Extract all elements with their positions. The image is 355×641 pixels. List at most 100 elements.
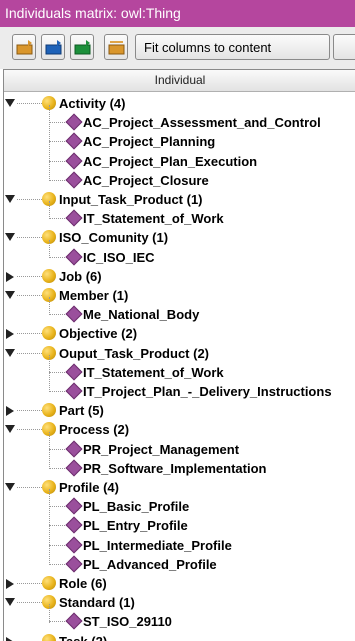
tree-connector	[49, 467, 67, 469]
toolbar-overflow-button[interactable]	[333, 34, 355, 60]
tree-connector	[17, 410, 42, 412]
owl-individual-icon	[65, 497, 83, 515]
individual-item[interactable]: ST_ISO_29110	[4, 612, 355, 631]
tree-connector	[49, 371, 67, 373]
tree-connector	[49, 105, 50, 181]
owl-individual-icon	[65, 459, 83, 477]
collapse-toggle-icon[interactable]	[5, 425, 15, 434]
collapse-toggle-icon[interactable]	[5, 348, 15, 357]
class-node[interactable]: Input_Task_Product (1)	[4, 190, 355, 209]
tree-connector	[49, 621, 67, 623]
tree-connector	[49, 297, 50, 316]
collapse-toggle-icon[interactable]	[5, 598, 15, 607]
tree-connector	[17, 602, 42, 604]
tree-connector	[17, 199, 42, 200]
collapse-toggle-icon[interactable]	[5, 291, 15, 299]
tree-connector	[17, 429, 42, 431]
expand-toggle-icon[interactable]	[6, 579, 14, 589]
individual-label: IT_Project_Plan_-_Delivery_Instructions	[83, 384, 332, 399]
owl-class-icon	[42, 326, 56, 341]
class-label: Standard (1)	[59, 595, 135, 611]
individual-label: AC_Project_Planning	[83, 134, 216, 150]
individual-item[interactable]: AC_Project_Plan_Execution	[4, 152, 355, 171]
tree-connector	[17, 237, 42, 239]
individual-item[interactable]: PL_Intermediate_Profile	[4, 536, 355, 555]
individual-label: PL_Entry_Profile	[83, 518, 188, 534]
tree-connector	[49, 122, 67, 124]
class-label: Activity (4)	[59, 96, 126, 111]
expand-toggle-icon[interactable]	[6, 406, 14, 417]
class-node[interactable]: Task (2)	[4, 632, 355, 641]
owl-class-icon	[42, 633, 56, 641]
remove-column-button[interactable]	[104, 34, 128, 60]
individual-label: PL_Intermediate_Profile	[83, 537, 232, 553]
add-data-property-column-button[interactable]	[70, 34, 94, 60]
class-label: Process (2)	[59, 422, 130, 438]
expand-toggle-icon[interactable]	[6, 329, 14, 340]
class-node[interactable]: Objective (2)	[4, 324, 355, 343]
individual-label: AC_Project_Closure	[83, 172, 209, 188]
class-node[interactable]: Profile (4)	[4, 478, 355, 497]
tree-connector	[49, 431, 50, 469]
collapse-toggle-icon[interactable]	[5, 233, 15, 242]
individual-label: AC_Project_Plan_Execution	[83, 153, 258, 169]
owl-individual-icon	[65, 152, 83, 170]
tree-connector	[17, 333, 42, 335]
class-node[interactable]: Job (6)	[4, 267, 355, 286]
tree-connector	[49, 314, 67, 316]
tree-connector	[17, 352, 42, 354]
individual-label: PL_Advanced_Profile	[83, 556, 217, 572]
expand-toggle-icon[interactable]	[6, 636, 14, 641]
tree-connector	[49, 218, 67, 220]
individual-item[interactable]: IT_Project_Plan_-_Delivery_Instructions	[4, 382, 355, 401]
class-label: Objective (2)	[59, 326, 138, 342]
class-label: Ouput_Task_Product (2)	[59, 345, 210, 361]
class-node[interactable]: Ouput_Task_Product (2)	[4, 344, 355, 363]
individual-label: PL_Basic_Profile	[83, 499, 190, 515]
class-node[interactable]: Part (5)	[4, 401, 355, 420]
class-node[interactable]: Process (2)	[4, 420, 355, 439]
window-title-bar: Individuals matrix: owl:Thing	[0, 0, 355, 27]
fit-columns-button[interactable]: Fit columns to content	[135, 34, 330, 60]
individual-item[interactable]: IC_ISO_IEC	[4, 248, 355, 267]
expand-toggle-icon[interactable]	[6, 271, 14, 282]
tree-connector	[49, 141, 67, 143]
tree-connector	[17, 275, 42, 277]
column-header-individual[interactable]: Individual	[4, 70, 355, 92]
tree-connector	[49, 563, 67, 565]
owl-individual-icon	[65, 171, 83, 189]
individual-item[interactable]: PL_Basic_Profile	[4, 497, 355, 516]
tree-connector	[49, 201, 50, 220]
individual-item[interactable]: Me_National_Body	[4, 305, 355, 324]
individual-item[interactable]: IT_Statement_of_Work	[4, 209, 355, 228]
owl-individual-icon	[65, 382, 83, 400]
individual-item[interactable]: IT_Statement_of_Work	[4, 363, 355, 382]
individual-item[interactable]: AC_Project_Closure	[4, 171, 355, 190]
add-class-column-button[interactable]	[12, 34, 36, 60]
tree-connector	[17, 487, 42, 488]
class-node[interactable]: Role (6)	[4, 574, 355, 593]
collapse-toggle-icon[interactable]	[5, 99, 15, 107]
class-node[interactable]: Activity (4)	[4, 94, 355, 113]
owl-individual-icon	[65, 132, 83, 150]
individual-label: IT_Statement_of_Work	[83, 364, 224, 380]
class-node[interactable]: Member (1)	[4, 286, 355, 305]
class-label: Member (1)	[59, 288, 129, 303]
individual-item[interactable]: AC_Project_Assessment_and_Control	[4, 113, 355, 132]
class-label: ISO_Comunity (1)	[59, 230, 169, 246]
individual-item[interactable]: PR_Project_Management	[4, 440, 355, 459]
individual-label: PR_Software_Implementation	[83, 460, 267, 476]
collapse-toggle-icon[interactable]	[5, 483, 15, 491]
class-node[interactable]: ISO_Comunity (1)	[4, 228, 355, 247]
individual-item[interactable]: PL_Advanced_Profile	[4, 555, 355, 574]
owl-individual-icon	[65, 305, 83, 323]
tree-connector	[49, 525, 67, 527]
class-node[interactable]: Standard (1)	[4, 593, 355, 612]
collapse-toggle-icon[interactable]	[5, 195, 15, 203]
individual-item[interactable]: PR_Software_Implementation	[4, 459, 355, 478]
individual-item[interactable]: AC_Project_Planning	[4, 132, 355, 151]
tree-connector	[17, 295, 42, 296]
add-object-property-column-button[interactable]	[41, 34, 65, 60]
individual-item[interactable]: PL_Entry_Profile	[4, 516, 355, 535]
window-title: Individuals matrix: owl:Thing	[5, 5, 181, 21]
